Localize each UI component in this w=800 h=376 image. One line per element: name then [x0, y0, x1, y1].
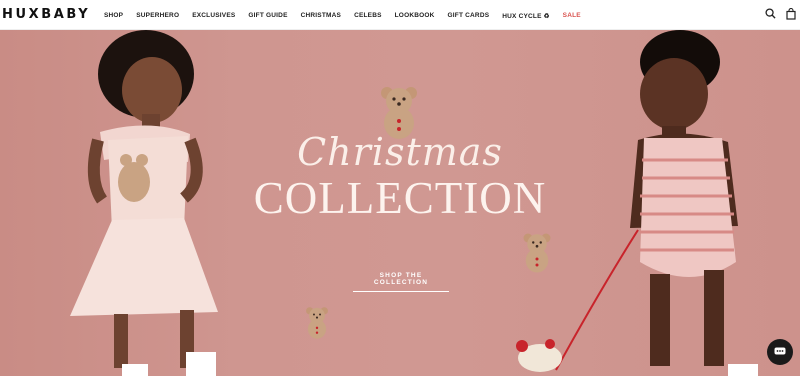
site-logo[interactable]: HUXBABY [2, 7, 90, 22]
teddy-bear-icon [306, 307, 328, 339]
nav-item-sale[interactable]: SALE [563, 12, 581, 20]
nav-item-gift-guide[interactable]: GIFT GUIDE [248, 12, 287, 20]
teddy-bear-icon [523, 233, 551, 273]
nav-item-gift-cards[interactable]: GIFT CARDS [448, 12, 490, 20]
hero-banner[interactable]: Christmas COLLECTION SHOP THE COLLECTION [0, 30, 800, 376]
nav-item-shop[interactable]: SHOP [104, 12, 123, 20]
nav-item-exclusives[interactable]: EXCLUSIVES [192, 12, 235, 20]
cart-icon[interactable] [786, 8, 796, 20]
site-header: HUXBABY SHOP SUPERHERO EXCLUSIVES GIFT G… [0, 0, 800, 30]
nav-item-hux-cycle[interactable]: HUX CYCLE ♻ [502, 12, 549, 20]
shop-collection-button[interactable]: SHOP THE COLLECTION [353, 272, 449, 292]
nav-item-lookbook[interactable]: LOOKBOOK [395, 12, 435, 20]
main-nav: SHOP SUPERHERO EXCLUSIVES GIFT GUIDE CHR… [104, 12, 594, 20]
nav-item-superhero[interactable]: SUPERHERO [136, 12, 179, 20]
header-icons [765, 8, 796, 20]
nav-item-christmas[interactable]: CHRISTMAS [301, 12, 341, 20]
hero-title: COLLECTION [253, 173, 547, 223]
search-icon[interactable] [765, 8, 776, 20]
hero-script-title: Christmas [297, 130, 503, 174]
chat-icon [774, 347, 786, 355]
nav-item-celebs[interactable]: CELEBS [354, 12, 382, 20]
chat-button[interactable] [767, 339, 793, 365]
